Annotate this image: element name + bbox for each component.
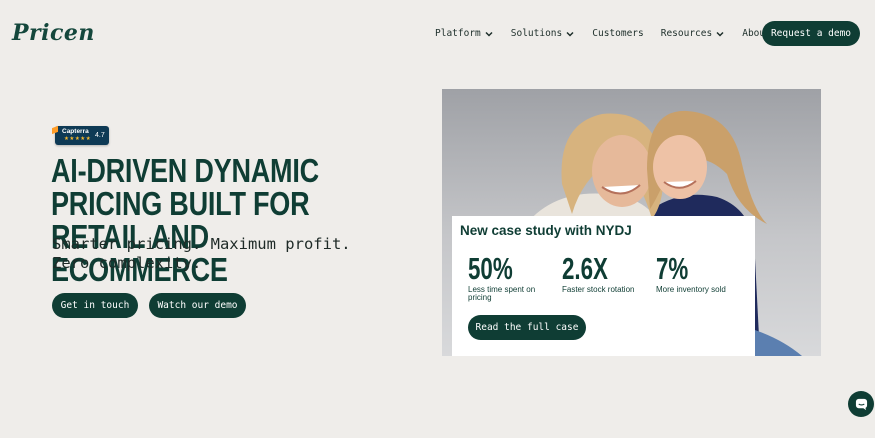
nav-label-platform: Platform: [435, 28, 481, 39]
subheading-line-1: Smarter pricing. Maximum profit.: [52, 235, 351, 253]
stat-value: 7%: [656, 251, 689, 286]
chat-launcher-button[interactable]: [848, 391, 874, 417]
subheading-line-2: Zero complexity.: [52, 254, 202, 272]
pricen-logo[interactable]: Pricen: [12, 20, 95, 46]
chat-bubble-icon: [855, 398, 867, 410]
hero-subheading: Smarter pricing. Maximum profit. Zero co…: [52, 235, 372, 273]
nav-item-solutions[interactable]: Solutions: [511, 28, 575, 39]
nav-label-customers: Customers: [592, 28, 644, 39]
get-in-touch-button[interactable]: Get in touch: [52, 293, 138, 318]
nav-item-platform[interactable]: Platform: [435, 28, 494, 39]
nav-item-resources[interactable]: Resources: [661, 28, 725, 39]
case-study-card: New case study with NYDJ 50% Less time s…: [452, 216, 755, 356]
request-demo-button[interactable]: Request a demo: [762, 21, 860, 46]
chevron-down-icon: [566, 31, 574, 37]
capterra-name: Capterra: [62, 128, 89, 135]
nav-label-solutions: Solutions: [510, 28, 563, 39]
stat-inventory-sold: 7% More inventory sold: [656, 252, 751, 294]
stat-label: Faster stock rotation: [562, 285, 635, 294]
chevron-down-icon: [485, 31, 493, 37]
stat-label: Less time spent on pricing: [468, 285, 536, 302]
nav-label-resources: Resources: [660, 28, 713, 39]
rating-stars: ★★★★★: [64, 136, 92, 142]
main-nav: Platform Solutions Customers Resources A…: [435, 28, 771, 39]
stat-stock-rotation: 2.6X Faster stock rotation: [562, 252, 652, 294]
stat-value: 2.6X: [562, 251, 608, 286]
watch-demo-button[interactable]: Watch our demo: [149, 293, 246, 318]
stat-label: More inventory sold: [656, 285, 726, 294]
capterra-score: 4.7: [95, 132, 105, 139]
stat-value: 50%: [468, 251, 513, 286]
capterra-rating-badge[interactable]: Capterra ★★★★★ 4.7: [52, 125, 109, 145]
chevron-down-icon: [716, 31, 724, 37]
stat-time-saved: 50% Less time spent on pricing: [468, 252, 548, 302]
case-study-title: New case study with NYDJ: [460, 223, 632, 238]
read-case-button[interactable]: Read the full case: [468, 315, 586, 340]
nav-item-customers[interactable]: Customers: [592, 28, 643, 39]
capterra-flag-icon: [52, 125, 58, 135]
